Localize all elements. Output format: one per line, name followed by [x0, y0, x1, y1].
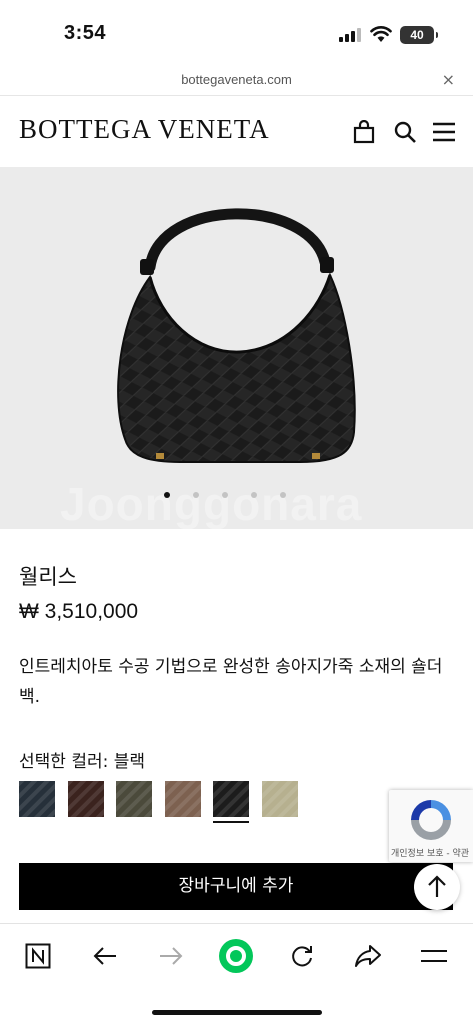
carousel-dot[interactable] — [280, 492, 286, 498]
recaptcha-terms[interactable]: 개인정보 보호 - 약관 — [391, 846, 469, 859]
color-swatch[interactable] — [19, 781, 55, 817]
brand-logo[interactable]: BOTTEGA VENETA — [19, 114, 270, 145]
product-name: 월리스 — [19, 565, 77, 589]
status-bar: 3:54 40 — [0, 0, 473, 66]
color-swatch[interactable] — [213, 781, 249, 823]
product-description: 인트레치아토 수공 기법으로 완성한 송아지가죽 소재의 숄더 백. — [19, 657, 443, 707]
color-swatch[interactable] — [261, 781, 298, 817]
browser-toolbar — [0, 923, 473, 1024]
color-swatch[interactable] — [164, 781, 201, 817]
battery-indicator: 40 — [400, 26, 438, 44]
forward-arrow-icon[interactable] — [153, 938, 189, 974]
hamburger-menu-icon[interactable] — [416, 938, 452, 974]
product-image-carousel[interactable]: Joonggonara — [0, 167, 473, 529]
menu-icon[interactable] — [432, 120, 456, 144]
browser-url-bar[interactable]: bottegaveneta.com × — [0, 66, 473, 96]
carousel-dot[interactable] — [193, 492, 199, 498]
green-dot-icon[interactable] — [218, 938, 254, 974]
recaptcha-badge[interactable]: 개인정보 보호 - 약관 — [389, 790, 473, 862]
home-indicator — [152, 1010, 322, 1015]
selected-color-label: 선택한 컬러: 블랙 — [19, 752, 146, 772]
add-to-cart-button[interactable]: 장바구니에 추가 — [19, 863, 453, 910]
watermark-text: Joonggonara — [60, 478, 363, 529]
scroll-to-top-button[interactable] — [414, 864, 460, 910]
recaptcha-icon — [411, 800, 451, 840]
search-icon[interactable] — [393, 120, 417, 144]
naver-n-icon[interactable] — [20, 938, 56, 974]
status-time: 3:54 — [64, 22, 107, 44]
carousel-dot[interactable] — [222, 492, 228, 498]
share-icon[interactable] — [350, 938, 386, 974]
selected-swatch-indicator — [213, 821, 249, 823]
carousel-dot[interactable] — [251, 492, 257, 498]
arrow-up-icon — [428, 875, 446, 897]
back-arrow-icon[interactable] — [87, 938, 123, 974]
refresh-icon[interactable] — [284, 938, 320, 974]
color-swatches — [19, 781, 319, 825]
product-price: ₩ 3,510,000 — [19, 600, 139, 623]
product-bag-image — [117, 208, 356, 463]
shopping-bag-icon[interactable] — [352, 120, 376, 144]
color-swatch[interactable] — [67, 781, 104, 817]
wifi-icon — [370, 26, 392, 42]
close-icon[interactable]: × — [442, 70, 455, 89]
url-text[interactable]: bottegaveneta.com — [0, 72, 473, 87]
color-swatch[interactable] — [116, 781, 152, 817]
site-header: BOTTEGA VENETA — [0, 96, 473, 167]
carousel-dot[interactable] — [164, 492, 170, 498]
cellular-signal-icon — [339, 28, 363, 42]
carousel-dots — [160, 492, 300, 502]
